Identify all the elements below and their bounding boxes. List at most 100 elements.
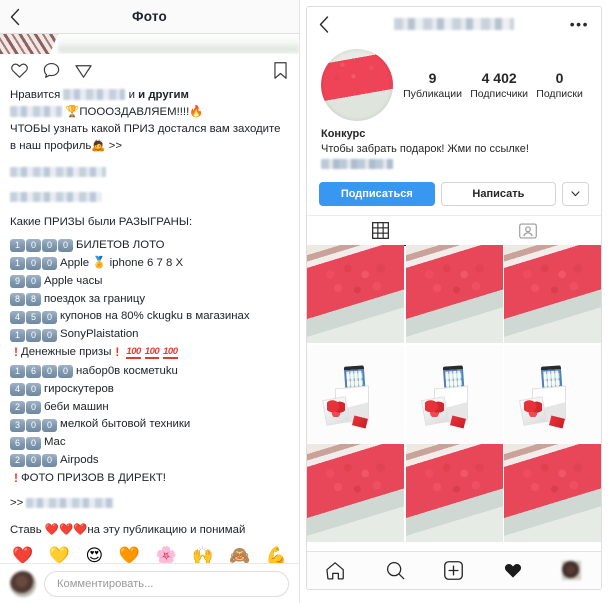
heart-emojis: ❤️❤️❤️ xyxy=(44,521,88,536)
prize-label: Mac xyxy=(44,436,66,449)
nav-activity[interactable] xyxy=(483,561,542,580)
digit-tile: 8 xyxy=(26,292,41,306)
redacted-account-name xyxy=(10,106,62,118)
stat-posts[interactable]: 9 Публикации xyxy=(403,69,462,102)
stat-value: 9 xyxy=(428,69,437,86)
digit-tile: 0 xyxy=(26,400,41,414)
profile-link-line[interactable]: >> xyxy=(10,496,289,511)
stat-following[interactable]: 0 Подписки xyxy=(536,69,583,102)
page-title: Фото xyxy=(132,9,167,24)
digit-tile: 0 xyxy=(42,418,57,432)
grid-cell-roses[interactable] xyxy=(405,245,503,343)
comment-bubble-icon[interactable] xyxy=(42,61,61,80)
gift-ribbon xyxy=(351,415,368,429)
post-caption: Нравится и и другим 🏆ПОООЗДАВЛЯЕМ!!!!🔥 Ч… xyxy=(0,86,299,538)
cta-prefix: Ставь xyxy=(10,523,42,536)
grid-icon xyxy=(372,221,389,239)
prize-label: БИЛЕТОВ ЛОТО xyxy=(76,238,165,251)
digit-tile: 2 xyxy=(10,454,25,468)
hundred-points-icon: 100 xyxy=(144,345,160,359)
add-post-icon xyxy=(444,561,464,580)
likes-suffix-and: и xyxy=(128,89,135,101)
digit-tile: 6 xyxy=(26,364,41,378)
follow-button[interactable]: Подписаться xyxy=(319,182,435,206)
home-icon xyxy=(326,562,345,580)
redacted-link xyxy=(26,497,115,508)
prize-row: 1 0 0 0 БИЛЕТОВ ЛОТО xyxy=(10,238,289,253)
grid-cell-phone-gift[interactable] xyxy=(504,344,601,443)
prize-label: SonyPlaistation xyxy=(60,328,139,341)
prize-label: набор0в косметuku xyxy=(76,364,178,377)
money-prizes-text: Денежные призы xyxy=(21,346,112,359)
more-options-icon[interactable]: ••• xyxy=(570,17,589,31)
profile-device-frame: ••• 9 Публикации 4 402 Подписчики 0 Подп xyxy=(306,6,602,590)
digit-tile: 1 xyxy=(10,239,25,253)
redacted-text-block xyxy=(10,192,102,203)
caption-congrats-text: ПОООЗДАВЛЯЕМ!!!! xyxy=(79,106,190,119)
prize-label: поездок за границу xyxy=(44,292,146,305)
fire-icon: 🔥 xyxy=(189,104,204,119)
image-texture-left xyxy=(0,34,58,54)
nav-profile[interactable] xyxy=(542,561,601,580)
share-paper-plane-icon[interactable] xyxy=(74,61,93,80)
grid-cell-roses[interactable] xyxy=(405,444,503,542)
digit-tile: 0 xyxy=(26,454,41,468)
grid-cell-phone-gift[interactable] xyxy=(405,344,503,443)
redacted-bio-link[interactable] xyxy=(321,159,393,169)
tab-grid[interactable] xyxy=(307,216,454,246)
redacted-line-a xyxy=(10,165,289,180)
digit-tile: 0 xyxy=(26,418,41,432)
prize-row: 6 0 Mac xyxy=(10,435,289,450)
digit-tile: 6 xyxy=(10,436,25,450)
profile-photo-grid xyxy=(307,245,601,542)
redacted-username-title xyxy=(394,18,514,30)
heart-filled-icon xyxy=(504,563,521,578)
grid-cell-roses[interactable] xyxy=(504,444,601,542)
bowing-person-icon: 🙇 xyxy=(91,138,106,153)
grid-cell-roses[interactable] xyxy=(307,245,404,343)
caption-line-3-arrows: >> xyxy=(108,140,122,153)
nav-search[interactable] xyxy=(366,561,425,580)
bookmark-save-icon[interactable] xyxy=(272,61,289,80)
profile-display-name: Конкурс xyxy=(321,128,366,140)
gift-ribbon xyxy=(548,415,565,429)
digit-tile: 0 xyxy=(26,382,41,396)
comment-input-bar: Комментировать... xyxy=(0,563,299,603)
grid-cell-phone-gift[interactable] xyxy=(307,344,404,443)
message-button[interactable]: Написать xyxy=(440,182,557,206)
prize-row: 4 5 0 купонов на 80% ckugku в магазинах xyxy=(10,309,289,324)
hundred-points-icon: 100 xyxy=(126,345,141,359)
exclamation-icon: ! xyxy=(14,471,18,486)
hundred-points-icon: 100 xyxy=(163,345,178,359)
cta-suffix: на эту публикацию и понимай xyxy=(87,523,246,536)
current-user-avatar[interactable] xyxy=(10,570,36,597)
comment-input[interactable]: Комментировать... xyxy=(44,570,289,597)
stat-value: 4 402 xyxy=(481,69,517,86)
grid-cell-roses[interactable] xyxy=(504,245,601,343)
digit-tile: 0 xyxy=(42,310,57,324)
stat-followers[interactable]: 4 402 Подписчики xyxy=(470,69,528,102)
post-screen: Фото Нравится и и другим 🏆ПОООЗДАВЛЯЕМ!!… xyxy=(0,0,300,603)
nav-add-post[interactable] xyxy=(425,561,484,580)
likes-line[interactable]: Нравится и и другим xyxy=(10,88,289,103)
grid-cell-roses[interactable] xyxy=(307,444,404,542)
prize-row: 3 0 0 мелкой бытовой техники xyxy=(10,417,289,432)
back-chevron-icon[interactable] xyxy=(10,8,20,25)
profile-avatar[interactable] xyxy=(321,49,393,121)
nav-home[interactable] xyxy=(307,561,366,580)
post-image-bottom-edge[interactable] xyxy=(0,34,299,54)
back-chevron-icon[interactable] xyxy=(319,15,329,33)
caption-gap-2 xyxy=(10,181,289,190)
digit-tile: 0 xyxy=(42,454,57,468)
prize-label: беби машин xyxy=(44,400,109,413)
digit-tile: 3 xyxy=(10,418,25,432)
chevron-down-icon[interactable] xyxy=(562,182,589,206)
gift-box-illustration xyxy=(519,365,575,429)
digit-tile: 1 xyxy=(10,328,25,342)
like-heart-icon[interactable] xyxy=(10,61,29,80)
prize-row: 1 6 0 0 набор0в косметuku xyxy=(10,364,289,379)
exclamation-icon: ! xyxy=(14,345,18,360)
direct-photos-line: ! ФОТО ПРИЗОВ В ДИРЕКТ! xyxy=(14,471,289,486)
tab-tagged[interactable] xyxy=(454,216,601,246)
money-prizes-line: ! Денежные призы ! 100 100 100 xyxy=(14,345,289,360)
